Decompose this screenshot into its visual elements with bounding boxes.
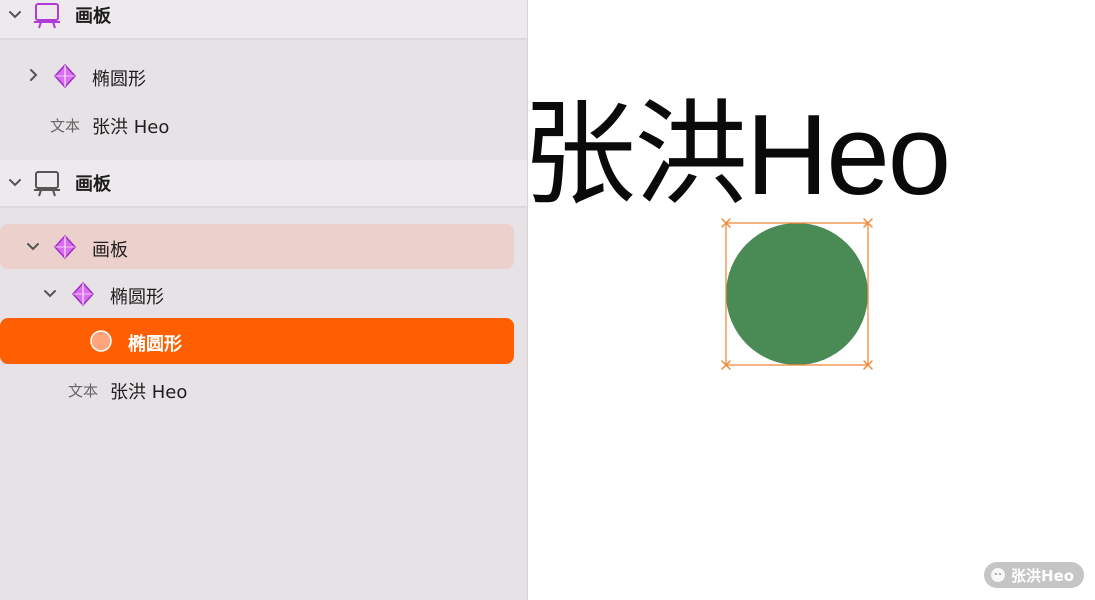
watermark-logo-icon <box>991 568 1005 582</box>
chevron-right-icon[interactable] <box>25 66 43 84</box>
watermark-text: 张洪Heo <box>1011 566 1075 585</box>
layer-label: 张洪 Heo <box>110 382 188 403</box>
artboard-header-1[interactable]: 画板 <box>0 0 527 40</box>
chevron-down-icon[interactable] <box>41 285 59 303</box>
layer-row-oval-selected[interactable]: 椭圆形 <box>0 318 527 364</box>
artboard-icon <box>32 168 62 198</box>
oval-fill <box>726 223 868 365</box>
layer-row-text[interactable]: 文本 张洪 Heo <box>0 101 527 147</box>
artboard-icon <box>32 0 62 30</box>
chevron-down-icon[interactable] <box>24 238 42 256</box>
layer-row-symbol[interactable]: 椭圆形 <box>0 53 527 99</box>
artboard-header-2[interactable]: 画板 <box>0 160 527 208</box>
chevron-down-icon[interactable] <box>6 6 24 24</box>
app-window: 画板 椭圆形 文本 张洪 Heo 画板 画板 椭圆形 椭圆形 文本 张洪 Heo… <box>0 0 1095 600</box>
layer-label: 椭圆形 <box>110 287 164 308</box>
text-layer-icon: 文本 <box>68 382 99 400</box>
layer-row-symbol[interactable]: 画板 <box>0 224 527 270</box>
layer-label: 画板 <box>92 240 128 261</box>
layer-label: 椭圆形 <box>92 69 146 90</box>
chevron-down-icon[interactable] <box>6 174 24 192</box>
oval-icon <box>88 328 114 354</box>
layer-label: 椭圆形 <box>128 334 182 355</box>
layers-panel: 画板 椭圆形 文本 张洪 Heo 画板 画板 椭圆形 椭圆形 文本 张洪 Heo <box>0 0 528 600</box>
canvas-oval-shape[interactable] <box>716 213 880 375</box>
layer-label: 张洪 Heo <box>92 117 170 138</box>
artboard-title: 画板 <box>75 174 111 195</box>
canvas-text-layer[interactable]: 张洪Heo <box>522 62 951 227</box>
watermark-badge: 张洪Heo <box>984 562 1085 588</box>
layer-row-text[interactable]: 文本 张洪 Heo <box>0 366 527 412</box>
artboard-title: 画板 <box>75 6 111 27</box>
symbol-icon <box>70 281 96 307</box>
layer-row-symbol[interactable]: 椭圆形 <box>0 271 527 317</box>
symbol-icon <box>52 234 78 260</box>
symbol-icon <box>52 63 78 89</box>
text-layer-icon: 文本 <box>50 117 81 135</box>
